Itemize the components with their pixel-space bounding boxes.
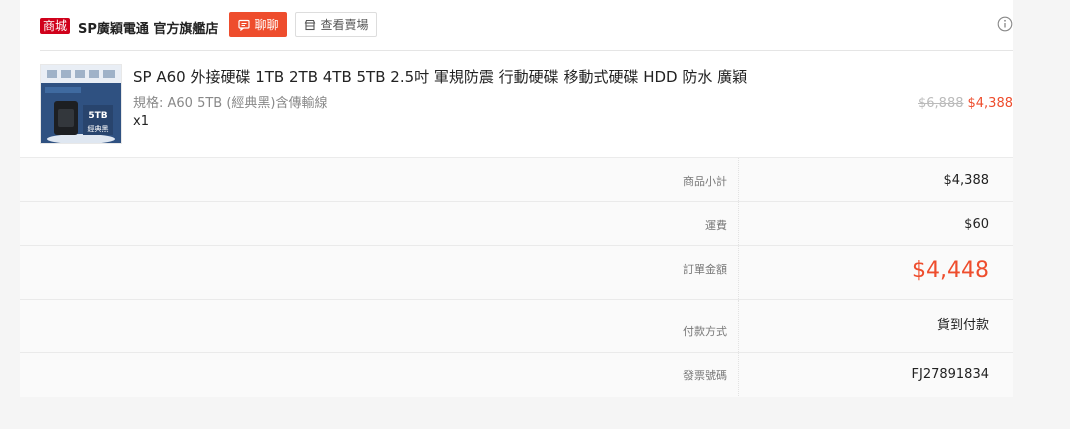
order-card: 商城 SP廣穎電通 官方旗艦店 聊聊 查看賣場 5TB 經典黑 SP A60 外… xyxy=(20,0,1013,397)
subtotal-value: $4,388 xyxy=(943,173,990,188)
order-summary: 商品小計 $4,388 運費 $60 訂單金額 $4,448 付款方式 貨到付款… xyxy=(20,157,1013,396)
summary-row-subtotal: 商品小計 $4,388 xyxy=(20,157,1013,201)
product-price: $6,888 $4,388 xyxy=(918,96,1013,111)
mall-badge: 商城 xyxy=(40,18,71,34)
summary-row-invoice: 發票號碼 FJ27891834 xyxy=(20,352,1013,396)
shop-name[interactable]: SP廣穎電通 官方旗艦店 xyxy=(78,18,218,37)
payment-value: 貨到付款 xyxy=(936,318,989,333)
shop-header: 商城 SP廣穎電通 官方旗艦店 聊聊 查看賣場 xyxy=(40,12,1013,51)
view-shop-label: 查看賣場 xyxy=(320,18,369,32)
summary-row-payment: 付款方式 貨到付款 xyxy=(20,299,1013,352)
chat-button[interactable]: 聊聊 xyxy=(229,12,288,37)
total-value: $4,448 xyxy=(912,258,989,283)
order-card-top: 商城 SP廣穎電通 官方旗艦店 聊聊 查看賣場 5TB 經典黑 SP A60 外… xyxy=(20,0,1013,157)
view-shop-button[interactable]: 查看賣場 xyxy=(295,12,378,37)
product-image-capacity: 5TB xyxy=(88,111,107,121)
product-item[interactable]: 5TB 經典黑 SP A60 外接硬碟 1TB 2TB 4TB 5TB 2.5吋… xyxy=(40,64,1013,144)
price-sale: $4,388 xyxy=(967,96,1014,111)
shop-icon xyxy=(305,19,316,30)
summary-row-total: 訂單金額 $4,448 xyxy=(20,245,1013,299)
product-title[interactable]: SP A60 外接硬碟 1TB 2TB 4TB 5TB 2.5吋 軍規防震 行動… xyxy=(133,66,747,87)
subtotal-label: 商品小計 xyxy=(20,158,739,201)
chat-icon xyxy=(238,19,251,31)
shipping-label: 運費 xyxy=(20,202,739,245)
payment-label: 付款方式 xyxy=(20,300,739,352)
product-variant: 規格: A60 5TB (經典黑)含傳輸線 xyxy=(133,96,328,111)
product-quantity: x1 xyxy=(133,114,149,129)
product-image[interactable]: 5TB 經典黑 xyxy=(40,64,122,144)
summary-row-shipping: 運費 $60 xyxy=(20,201,1013,245)
invoice-value: FJ27891834 xyxy=(911,367,989,382)
invoice-label: 發票號碼 xyxy=(20,353,739,396)
price-original: $6,888 xyxy=(918,96,964,111)
shipping-value: $60 xyxy=(964,217,989,232)
info-icon[interactable] xyxy=(997,16,1013,32)
product-image-edition: 經典黑 xyxy=(88,124,109,133)
total-label: 訂單金額 xyxy=(20,246,739,299)
chat-button-label: 聊聊 xyxy=(254,18,279,32)
